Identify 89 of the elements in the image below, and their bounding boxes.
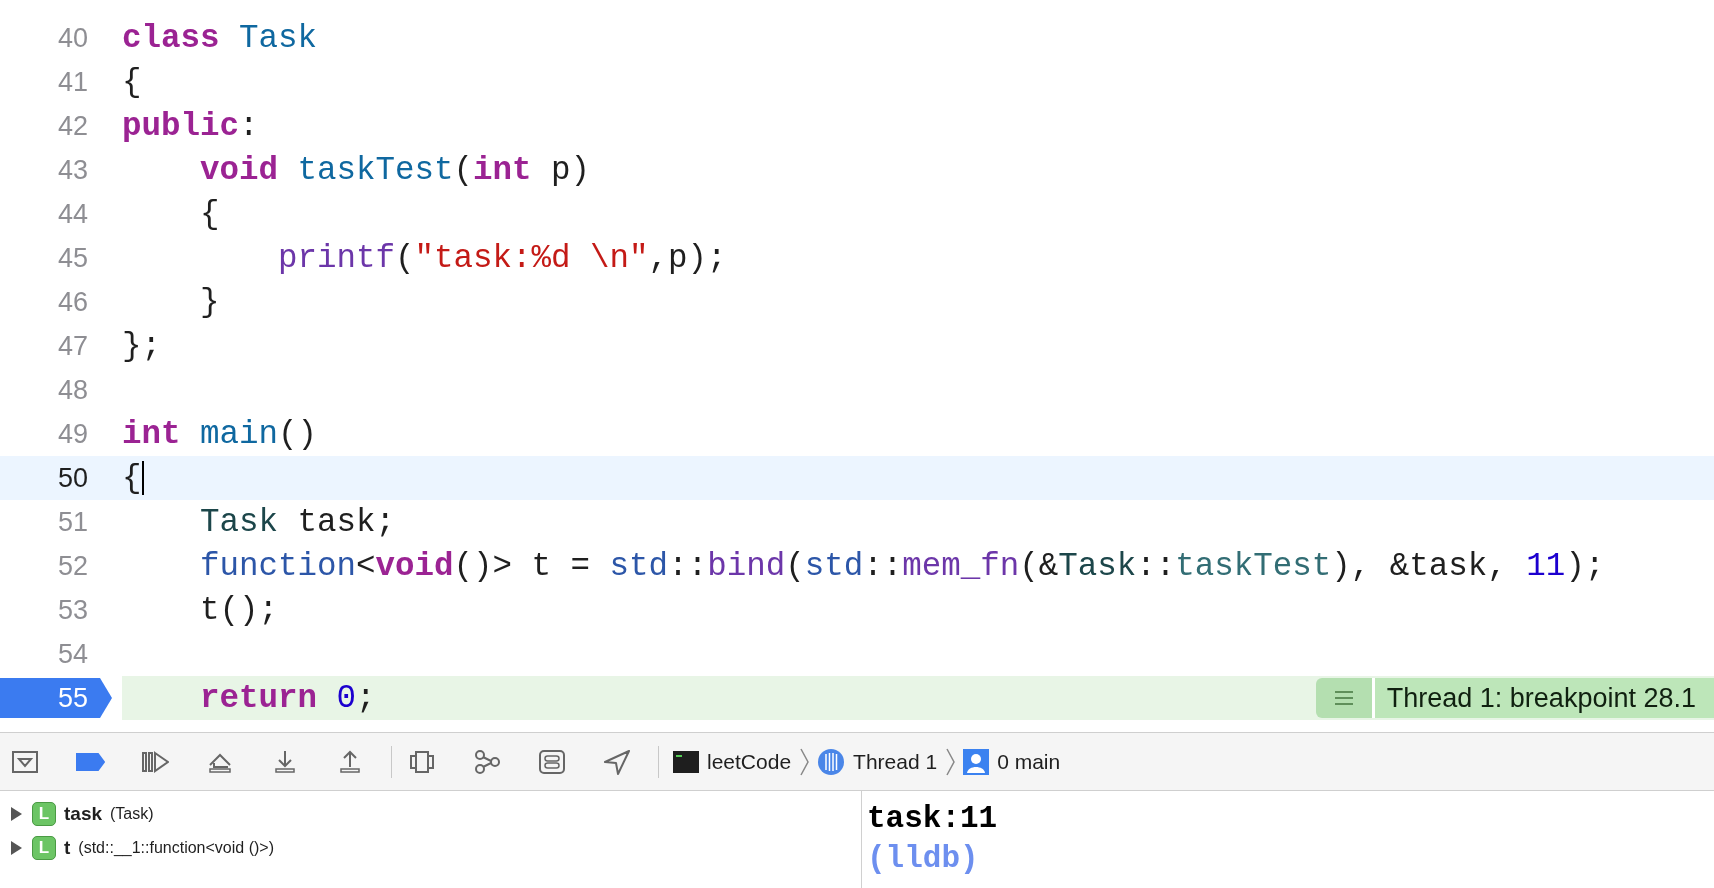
line-number: 50: [56, 462, 88, 494]
path-item[interactable]: Thread 1: [817, 747, 938, 776]
menu-icon: [1334, 691, 1353, 705]
chevron-icon: [945, 747, 956, 776]
code-token: (&: [1019, 547, 1059, 585]
code-token: <: [356, 547, 376, 585]
line-number: 40: [56, 22, 88, 54]
location-arrow-icon: [603, 748, 631, 775]
code-token: return: [199, 679, 318, 717]
code-token: 0: [335, 679, 357, 717]
code-token: class: [122, 19, 220, 57]
code-token: main: [199, 415, 279, 453]
code-token: (): [278, 415, 318, 453]
code-token: ::: [1136, 547, 1176, 585]
thread-icon: [817, 747, 846, 776]
code-token: int: [122, 415, 181, 453]
code-token: taskTest: [1175, 547, 1332, 585]
code-token: std: [804, 547, 864, 585]
code-token: task;: [296, 503, 396, 541]
code-token: ,p);: [648, 239, 727, 277]
code-token: printf: [277, 239, 396, 277]
text-cursor: [141, 461, 144, 495]
console-output: task:11: [867, 800, 998, 838]
code-token: taskTest: [296, 151, 454, 189]
code-token: t();: [199, 591, 279, 629]
code-token: bind: [707, 547, 786, 585]
line-number: 42: [56, 110, 88, 142]
continue-icon: [141, 748, 169, 775]
code-token: public: [122, 107, 240, 145]
code-token: void: [375, 547, 454, 585]
path-item[interactable]: 0 main: [963, 748, 1061, 775]
code-token: ;: [356, 679, 376, 717]
code-token: Task: [1058, 547, 1137, 585]
variable-kind-badge: L: [32, 802, 56, 826]
disclosure-triangle-icon[interactable]: [10, 807, 24, 821]
line-number: 51: [56, 506, 88, 538]
line-number: 47: [56, 330, 88, 362]
annotation-menu-button[interactable]: [1315, 678, 1375, 718]
console-prompt: (lldb): [867, 840, 979, 878]
code-token: std: [609, 547, 669, 585]
code-token: ), &task,: [1331, 547, 1508, 585]
line-number: 54: [56, 638, 88, 670]
code-token: void: [199, 151, 279, 189]
code-token: :: [239, 107, 259, 145]
hide-debug-area-icon: [11, 748, 39, 775]
path-item[interactable]: leetCode: [673, 749, 792, 774]
disclosure-triangle-icon[interactable]: [10, 841, 24, 855]
code-token: }: [199, 283, 220, 321]
chevron-icon: [799, 747, 810, 776]
line-number: 44: [56, 198, 88, 230]
line-number: 53: [56, 594, 88, 626]
variable-name: t: [64, 837, 71, 859]
line-number: 46: [56, 286, 88, 318]
line-number: 45: [56, 242, 88, 274]
code-token: (: [395, 239, 415, 277]
code-token: ()> t =: [453, 547, 592, 585]
code-token: );: [1565, 547, 1605, 585]
variable-type: (Task): [110, 805, 154, 823]
line-number: 52: [56, 550, 88, 582]
variable-kind-badge: L: [32, 836, 56, 860]
breakpoint-annotation: Thread 1: breakpoint 28.1: [1374, 678, 1714, 718]
code-token: 11: [1526, 547, 1566, 585]
code-token: (: [453, 151, 474, 189]
code-token: ::: [668, 547, 708, 585]
code-token: p): [550, 151, 591, 189]
code-token: {: [122, 459, 142, 497]
line-number: 49: [56, 418, 88, 450]
line-number: 48: [56, 374, 88, 406]
terminal-icon: [673, 750, 699, 773]
code-token: mem_fn: [902, 547, 1020, 585]
variable-type: (std::__1::function<void ()>): [78, 839, 274, 857]
code-token: {: [122, 63, 142, 101]
memory-graph-icon: [473, 748, 501, 775]
code-token: ::: [863, 547, 903, 585]
person-icon: [963, 748, 990, 775]
variable-name: task: [64, 803, 103, 825]
code-token: "task:%d \n": [414, 239, 649, 277]
code-token: {: [199, 195, 220, 233]
toggles-icon: [538, 748, 566, 775]
line-number: 41: [56, 66, 88, 98]
code-token: function: [199, 547, 357, 585]
line-number: 43: [56, 154, 88, 186]
code-token: Task: [238, 19, 318, 57]
code-token: (: [785, 547, 805, 585]
view-debugger-icon: [408, 748, 436, 775]
code-token: Task: [199, 503, 279, 541]
breakpoint-marker[interactable]: 55: [0, 678, 112, 718]
code-token: };: [122, 327, 161, 365]
code-token: int: [473, 151, 532, 189]
